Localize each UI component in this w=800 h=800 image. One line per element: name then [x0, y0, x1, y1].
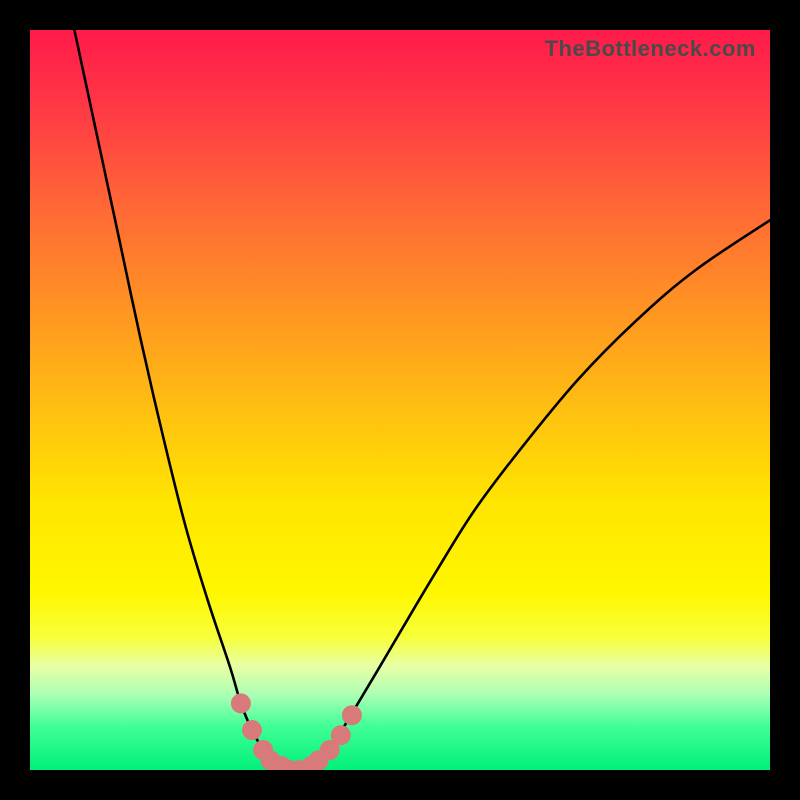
valley-marker — [261, 750, 281, 770]
valley-marker — [272, 756, 292, 770]
valley-markers-group — [231, 693, 362, 770]
valley-marker — [290, 760, 310, 770]
chart-svg — [30, 30, 770, 770]
valley-marker — [309, 750, 329, 770]
valley-marker — [242, 720, 262, 740]
valley-marker — [301, 756, 321, 770]
plot-area: TheBottleneck.com — [30, 30, 770, 770]
right-branch-curve — [330, 220, 770, 750]
valley-marker — [231, 693, 251, 713]
left-branch-curve — [74, 30, 270, 760]
valley-marker — [342, 705, 362, 725]
chart-container: TheBottleneck.com — [0, 0, 800, 800]
branding-label: TheBottleneck.com — [545, 36, 756, 62]
valley-marker — [331, 725, 351, 745]
valley-marker — [279, 760, 299, 770]
valley-marker — [320, 740, 340, 760]
valley-marker — [253, 740, 273, 760]
